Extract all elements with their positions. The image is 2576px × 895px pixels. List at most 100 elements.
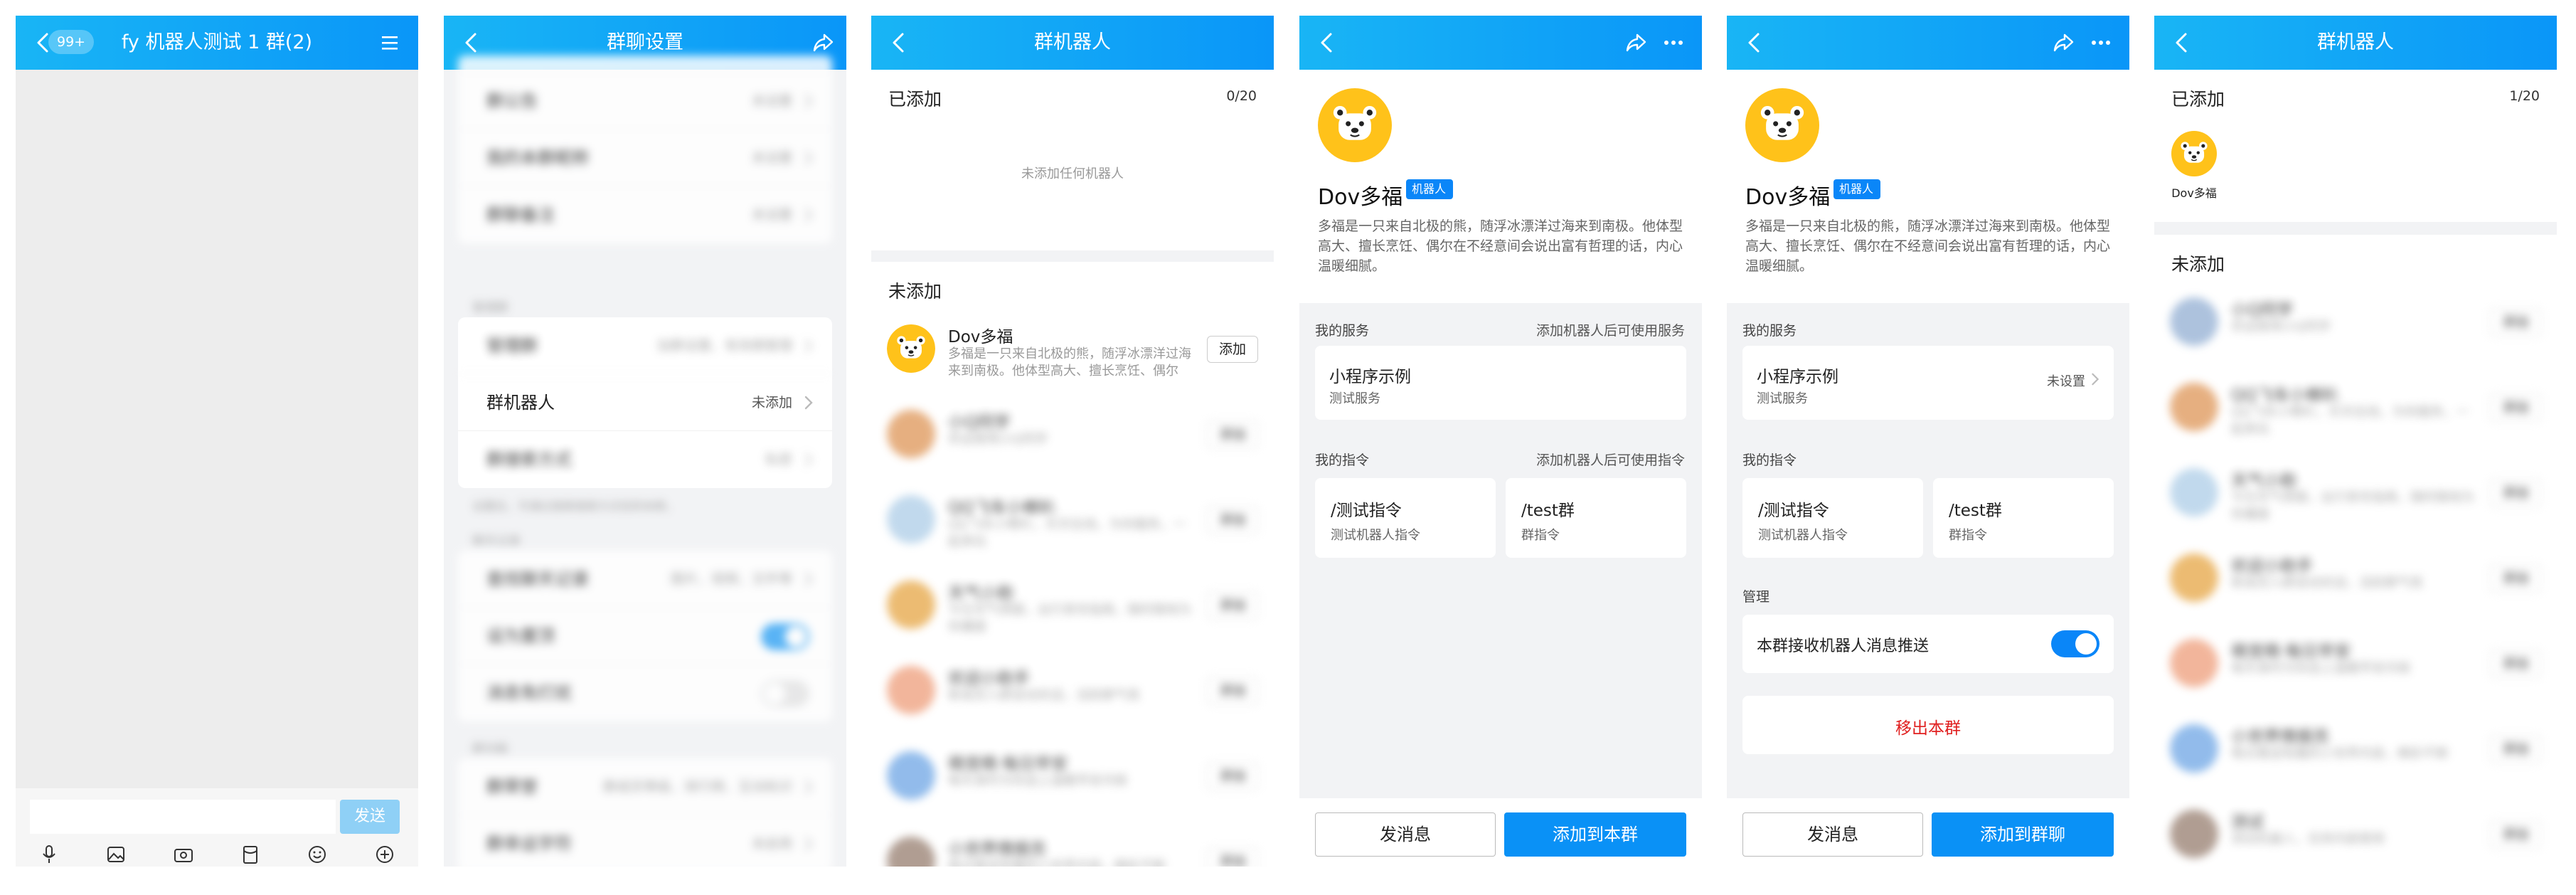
send-message-button[interactable]: 发消息 xyxy=(1315,812,1496,857)
add-bot-button[interactable]: 添加 xyxy=(1207,507,1258,534)
add-bot-button[interactable]: 添加 xyxy=(2490,565,2541,592)
remove-bot-button[interactable]: 移出本群 xyxy=(1742,714,2114,738)
red-packet-icon[interactable] xyxy=(240,844,261,865)
bot-list-item[interactable]: QQ飞车小喇叭 QQ飞车小喇叭，天天在线，为你服务，一起来玩 添加 xyxy=(2154,367,2557,452)
settings-row[interactable]: 管理群 加群设置、有效期管理 xyxy=(458,317,832,374)
image-icon[interactable] xyxy=(105,844,127,865)
share-icon[interactable] xyxy=(1624,30,1649,55)
emoji-icon[interactable] xyxy=(307,844,328,865)
bot-list-item[interactable]: QQ飞车小喇叭 QQ飞车小喇叭，天天在线，为你服务，一起来玩 添加 xyxy=(871,480,1274,565)
bot-list-item[interactable]: 小世界情报员 每日推送有趣的小世界内容，精彩不断 添加 xyxy=(2154,709,2557,794)
add-bot-button[interactable]: 添加 xyxy=(2490,309,2541,336)
add-bot-button[interactable]: 添加 xyxy=(2490,394,2541,421)
row-label: 管理群 xyxy=(486,336,538,356)
profile-footer: 发消息 添加到本群 xyxy=(1299,798,1702,867)
share-icon[interactable] xyxy=(2051,30,2077,55)
bot-list-item[interactable]: 欢迎小助手 新成员入群自动欢迎，活跃群气氛 添加 xyxy=(871,650,1274,736)
bot-name: 欢迎小助手 xyxy=(948,669,1030,688)
manage-hint: 设置后，可通过搜索搜索方式找到本群。 xyxy=(472,499,678,513)
back-arrow-icon[interactable] xyxy=(1742,30,1768,55)
bot-list-item[interactable]: 萌宠萌·每日早安 每天准时为你送上温暖早安问候 添加 xyxy=(2154,623,2557,709)
add-bot-button[interactable]: 添加 xyxy=(1207,592,1258,619)
bot-list-item[interactable]: Dov多福 多福是一只来自北极的熊，随浮冰漂洋过海来到南极。他体型高大、擅长烹饪、… xyxy=(871,309,1274,394)
plus-icon[interactable] xyxy=(374,844,395,865)
add-bot-button[interactable]: 添加 xyxy=(2490,736,2541,763)
add-bot-button[interactable]: 添加 xyxy=(1207,677,1258,704)
bot-name: 小世界情报员 xyxy=(948,840,1046,859)
settings-row[interactable]: 群公告 未设置 xyxy=(458,73,832,129)
mute-toggle[interactable] xyxy=(761,680,809,707)
settings-card-manage: 管理群 加群设置、有效期管理 群机器人 未添加 群搜索方式 私密 xyxy=(458,317,832,488)
bot-name: QQ飞车小喇叭 xyxy=(2231,386,2339,405)
add-bot-button[interactable]: 添加 xyxy=(1207,848,1258,867)
bot-description: 每天准时为你送上温暖早安问候 xyxy=(2231,661,2410,676)
add-bot-button[interactable]: 添加 xyxy=(2490,480,2541,507)
added-bot-avatar[interactable] xyxy=(2171,131,2217,176)
group-bots-screen: 群机器人 已添加 0/20 未添加任何机器人 未添加 Dov多福 多福是一只来自北… xyxy=(871,16,1274,867)
back-arrow-icon[interactable] xyxy=(1315,30,1341,55)
bot-list-item[interactable]: 天气小助 今日天气预报，出行穿衣指南，随时随地为你播报 添加 xyxy=(2154,452,2557,538)
service-value: 未设置 xyxy=(2047,374,2085,389)
not-added-panel: 未添加 Dov多福 多福是一只来自北极的熊，随浮冰漂洋过海来到南极。他体型高大、擅… xyxy=(871,262,1274,867)
more-icon[interactable] xyxy=(1661,30,1686,55)
settings-row[interactable]: 我的本群昵称 未设置 xyxy=(458,129,832,186)
settings-row[interactable]: 群聊备注 未设置 xyxy=(458,186,832,243)
services-head: 我的服务 xyxy=(1742,323,1797,339)
share-icon[interactable] xyxy=(811,30,836,55)
bot-name: QQ飞车小喇叭 xyxy=(948,499,1056,517)
bot-list-item[interactable]: 测试 测试机器人，仅供内部使用 添加 xyxy=(2154,794,2557,867)
add-to-group-button[interactable]: 添加到本群 xyxy=(1504,812,1686,857)
add-bot-button[interactable]: 添加 xyxy=(1207,763,1258,790)
camera-icon[interactable] xyxy=(173,844,194,865)
bot-avatar xyxy=(2170,383,2218,431)
bot-list-item[interactable]: 小Q同学 欢迎使用小Q同学 添加 xyxy=(871,394,1274,480)
bot-list-item[interactable]: 欢迎小助手 新成员入群自动欢迎，活跃群气氛 添加 xyxy=(2154,538,2557,623)
send-message-button[interactable]: 发消息 xyxy=(1742,812,1923,857)
microphone-icon[interactable] xyxy=(38,844,60,865)
send-button[interactable]: 发送 xyxy=(340,800,400,834)
add-bot-button[interactable]: 添加 xyxy=(2490,650,2541,677)
row-value: 未设置 xyxy=(751,93,792,109)
settings-row[interactable]: 群搜索方式 私密 xyxy=(458,431,832,488)
pin-toggle[interactable] xyxy=(761,623,809,650)
bot-avatar xyxy=(2170,554,2218,602)
menu-icon[interactable] xyxy=(377,30,403,55)
remove-bot-row[interactable]: 移出本群 xyxy=(1742,696,2114,754)
not-added-panel: 未添加 小Q同学 欢迎使用小Q同学 添加 QQ飞车小喇叭 QQ飞车小喇叭，天天在线，为你… xyxy=(2154,235,2557,867)
service-card[interactable]: 小程序示例 测试服务 未设置 xyxy=(1742,346,2114,420)
command-card[interactable]: /test群 群指令 xyxy=(1933,478,2114,558)
message-input[interactable] xyxy=(30,800,336,834)
add-bot-button[interactable]: 添加 xyxy=(1207,421,1258,448)
settings-row[interactable]: 群荣誉 群成员等级、排行榜、互动标识 xyxy=(458,758,832,815)
settings-row-group-bot[interactable]: 群机器人 未添加 xyxy=(458,374,832,431)
row-value: 未设置 xyxy=(751,207,792,223)
chevron-right-icon xyxy=(804,94,813,108)
bots-navbar: 群机器人 xyxy=(2154,16,2557,70)
settings-row[interactable]: 查找聊天记录 图片、视频、文件等 xyxy=(458,551,832,608)
add-to-chat-button[interactable]: 添加到群聊 xyxy=(1932,812,2114,857)
bot-list-item[interactable]: 天气小助 今日天气预报，出行穿衣指南，随时随地为你播报 添加 xyxy=(871,565,1274,650)
bot-list-item[interactable]: 小世界情报员 每日推送有趣的小世界内容，精彩不断 添加 xyxy=(871,821,1274,867)
settings-row[interactable]: 群幸运字符 未启用 xyxy=(458,815,832,867)
bot-description: 多福是一只来自北极的熊，随浮冰漂洋过海来到南极。他体型高大、擅长烹饪、偶尔会… xyxy=(948,346,1191,378)
row-label: 设为置顶 xyxy=(486,626,555,646)
row-value: 未启用 xyxy=(751,836,792,852)
command-card[interactable]: /test群 群指令 xyxy=(1506,478,1686,558)
section-label-manage: 管理群 xyxy=(472,301,509,315)
bot-avatar xyxy=(2170,468,2218,517)
bot-list-item[interactable]: 萌宠萌·每日早安 每天准时为你送上温暖早安问候 添加 xyxy=(871,736,1274,821)
bot-avatar xyxy=(887,324,935,373)
command-card[interactable]: /测试指令 测试机器人指令 xyxy=(1742,478,1923,558)
add-bot-button[interactable]: 添加 xyxy=(2490,821,2541,848)
command-title: /测试指令 xyxy=(1331,502,1402,520)
command-card[interactable]: /测试指令 测试机器人指令 xyxy=(1315,478,1496,558)
message-list[interactable] xyxy=(16,70,418,788)
chat-navbar: 99+ fy 机器人测试 1 群(2) xyxy=(16,16,418,70)
added-count: 0/20 xyxy=(1226,88,1257,104)
push-toggle[interactable] xyxy=(2051,630,2099,657)
services-hint: 添加机器人后可使用服务 xyxy=(1536,323,1685,339)
more-icon[interactable] xyxy=(2088,30,2114,55)
service-card[interactable]: 小程序示例 测试服务 xyxy=(1315,346,1686,420)
add-bot-button[interactable]: 添加 xyxy=(1207,336,1258,363)
bot-list-item[interactable]: 小Q同学 欢迎使用小Q同学 添加 xyxy=(2154,282,2557,367)
